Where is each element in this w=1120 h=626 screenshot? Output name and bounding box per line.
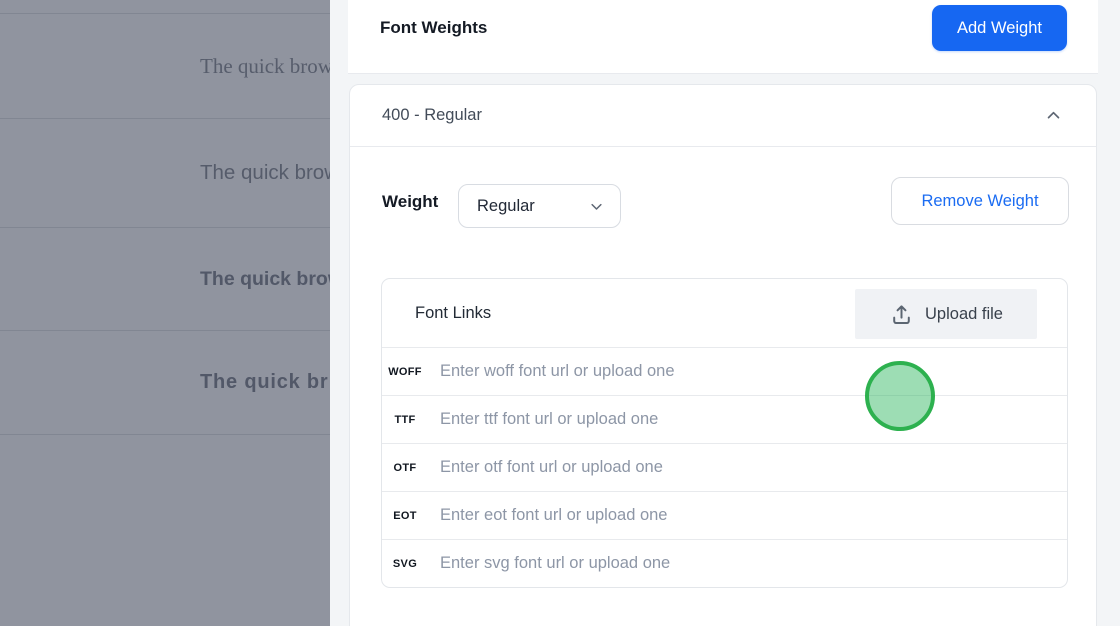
otf-url-input[interactable] (428, 444, 1067, 491)
font-sample-row-empty (0, 434, 330, 626)
font-link-row-woff: WOFF (382, 347, 1067, 395)
ttf-url-input[interactable] (428, 396, 1067, 443)
accordion-title: 400 - Regular (382, 106, 482, 124)
font-sample-text: The quick brow (200, 161, 330, 184)
font-preview-panel-disabled: The quick brown The quick brow The quick… (0, 0, 330, 626)
font-links-table: Font Links Upload file WOFF Enter woff f… (381, 278, 1068, 588)
font-sample-row: The quick br (0, 330, 330, 434)
format-label: SVG (392, 557, 418, 570)
weight-select-value: Regular (477, 196, 535, 215)
chevron-down-icon (591, 203, 602, 210)
svg-url-input[interactable] (428, 540, 1067, 587)
format-label: TTF (394, 413, 416, 426)
weight-field-label: Weight (382, 192, 439, 211)
font-link-row-eot: EOT (382, 491, 1067, 539)
upload-file-button[interactable]: Upload file (855, 289, 1037, 339)
accordion-header[interactable]: 400 - Regular (350, 85, 1096, 147)
format-label: OTF (393, 461, 417, 474)
chevron-up-icon (1047, 111, 1060, 119)
font-settings-page: The quick brown The quick brow The quick… (0, 0, 1120, 626)
add-weight-button[interactable]: Add Weight (932, 5, 1067, 51)
font-sample-text: The quick br (200, 371, 329, 393)
eot-url-input[interactable] (428, 492, 1067, 539)
font-link-row-otf: OTF (382, 443, 1067, 491)
section-header: Font Weights Add Weight (348, 0, 1098, 74)
font-link-row-ttf: TTF (382, 395, 1067, 443)
format-label: WOFF (388, 365, 422, 378)
weight-accordion-card: 400 - Regular Weight Regular Remove Weig… (349, 84, 1097, 626)
font-link-row-svg: SVG (382, 539, 1067, 587)
weight-select[interactable]: Regular (458, 184, 621, 228)
font-sample-row: The quick brown (0, 13, 330, 118)
font-links-header: Font Links Upload file (382, 279, 1067, 347)
font-links-title: Font Links (415, 303, 492, 322)
font-sample-text: The quick brow (200, 267, 330, 290)
font-weights-section: Font Weights Add Weight 400 - Regular We… (330, 0, 1120, 626)
font-sample-row: The quick brow (0, 227, 330, 330)
page-title: Font Weights (380, 18, 488, 37)
woff-url-input[interactable] (428, 348, 1067, 395)
remove-weight-button[interactable]: Remove Weight (891, 177, 1069, 225)
upload-icon (893, 304, 910, 324)
font-sample-row: The quick brow (0, 118, 330, 227)
font-sample-text: The quick brown (200, 53, 330, 78)
upload-file-label: Upload file (925, 304, 1003, 323)
format-label: EOT (393, 509, 417, 522)
